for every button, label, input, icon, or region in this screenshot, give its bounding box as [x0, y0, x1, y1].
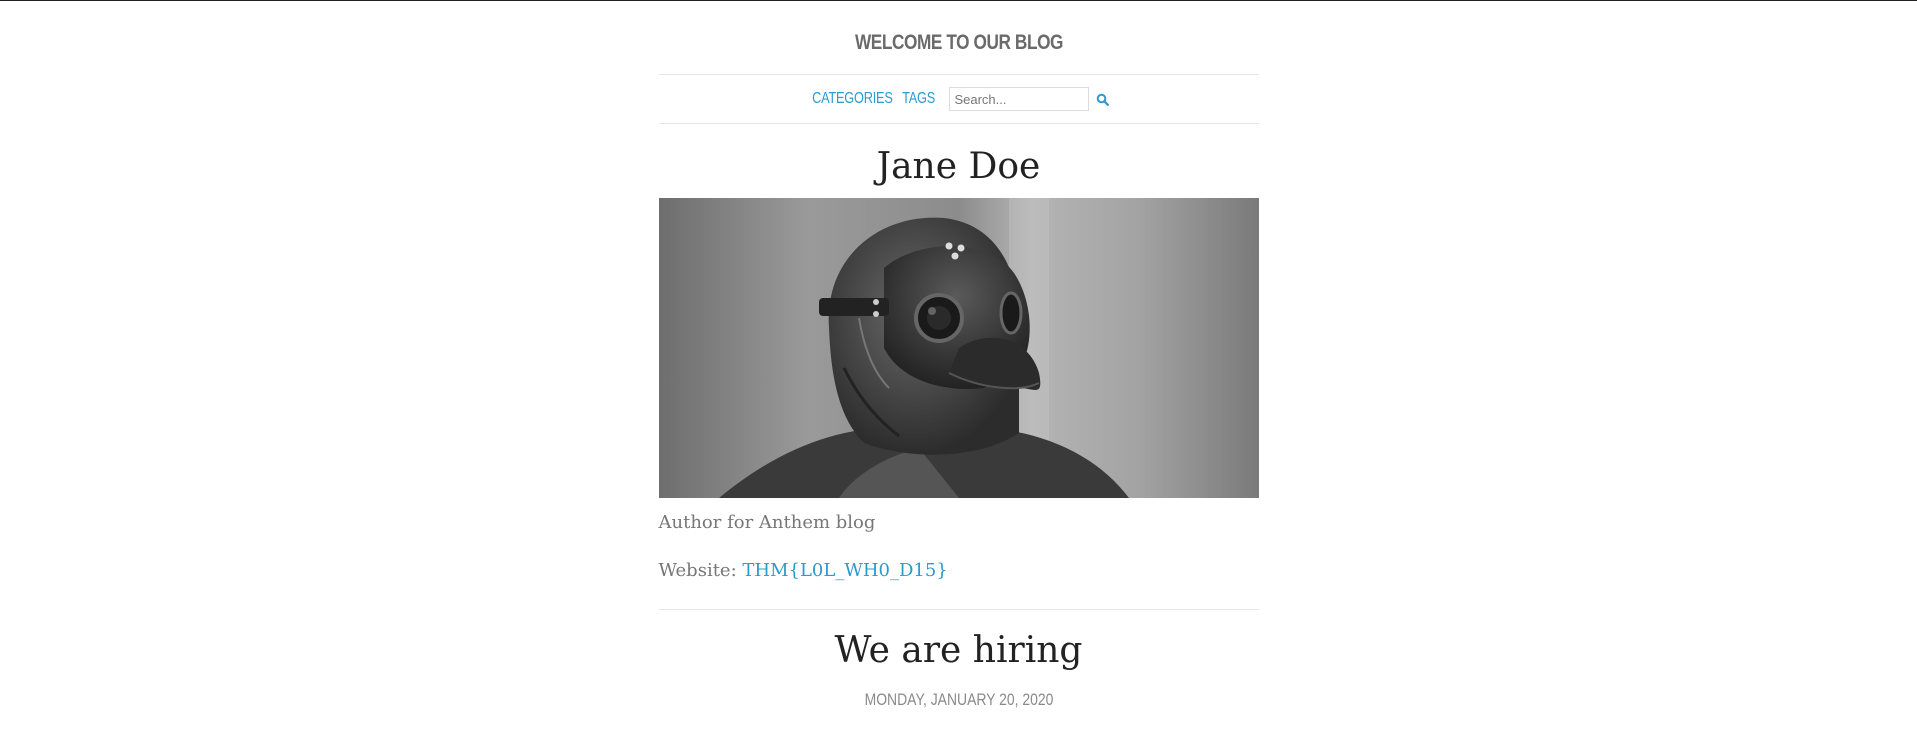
site-title: WELCOME TO OUR BLOG: [854, 31, 1063, 54]
website-link[interactable]: THM{L0L_WH0_D15}: [742, 560, 947, 581]
search-icon: [1096, 93, 1109, 106]
divider: [658, 609, 1259, 610]
author-website: Website: THM{L0L_WH0_D15}: [659, 560, 1259, 587]
author-photo: [658, 198, 1259, 498]
search-button[interactable]: [1089, 87, 1115, 111]
top-nav: CATEGORIES TAGS: [659, 75, 1259, 123]
divider: [658, 123, 1259, 124]
post-date: MONDAY, JANUARY 20, 2020: [864, 690, 1053, 709]
author-name: Jane Doe: [876, 146, 1041, 187]
post-title[interactable]: We are hiring: [659, 630, 1259, 680]
author-bio: Author for Anthem blog: [658, 512, 876, 533]
website-label: Website:: [658, 560, 737, 581]
nav-link-categories[interactable]: CATEGORIES: [812, 90, 893, 108]
nav-link-tags[interactable]: TAGS: [902, 90, 935, 108]
search-input[interactable]: [949, 87, 1090, 111]
page-container: WELCOME TO OUR BLOG CATEGORIES TAGS Jane…: [658, 1, 1259, 710]
